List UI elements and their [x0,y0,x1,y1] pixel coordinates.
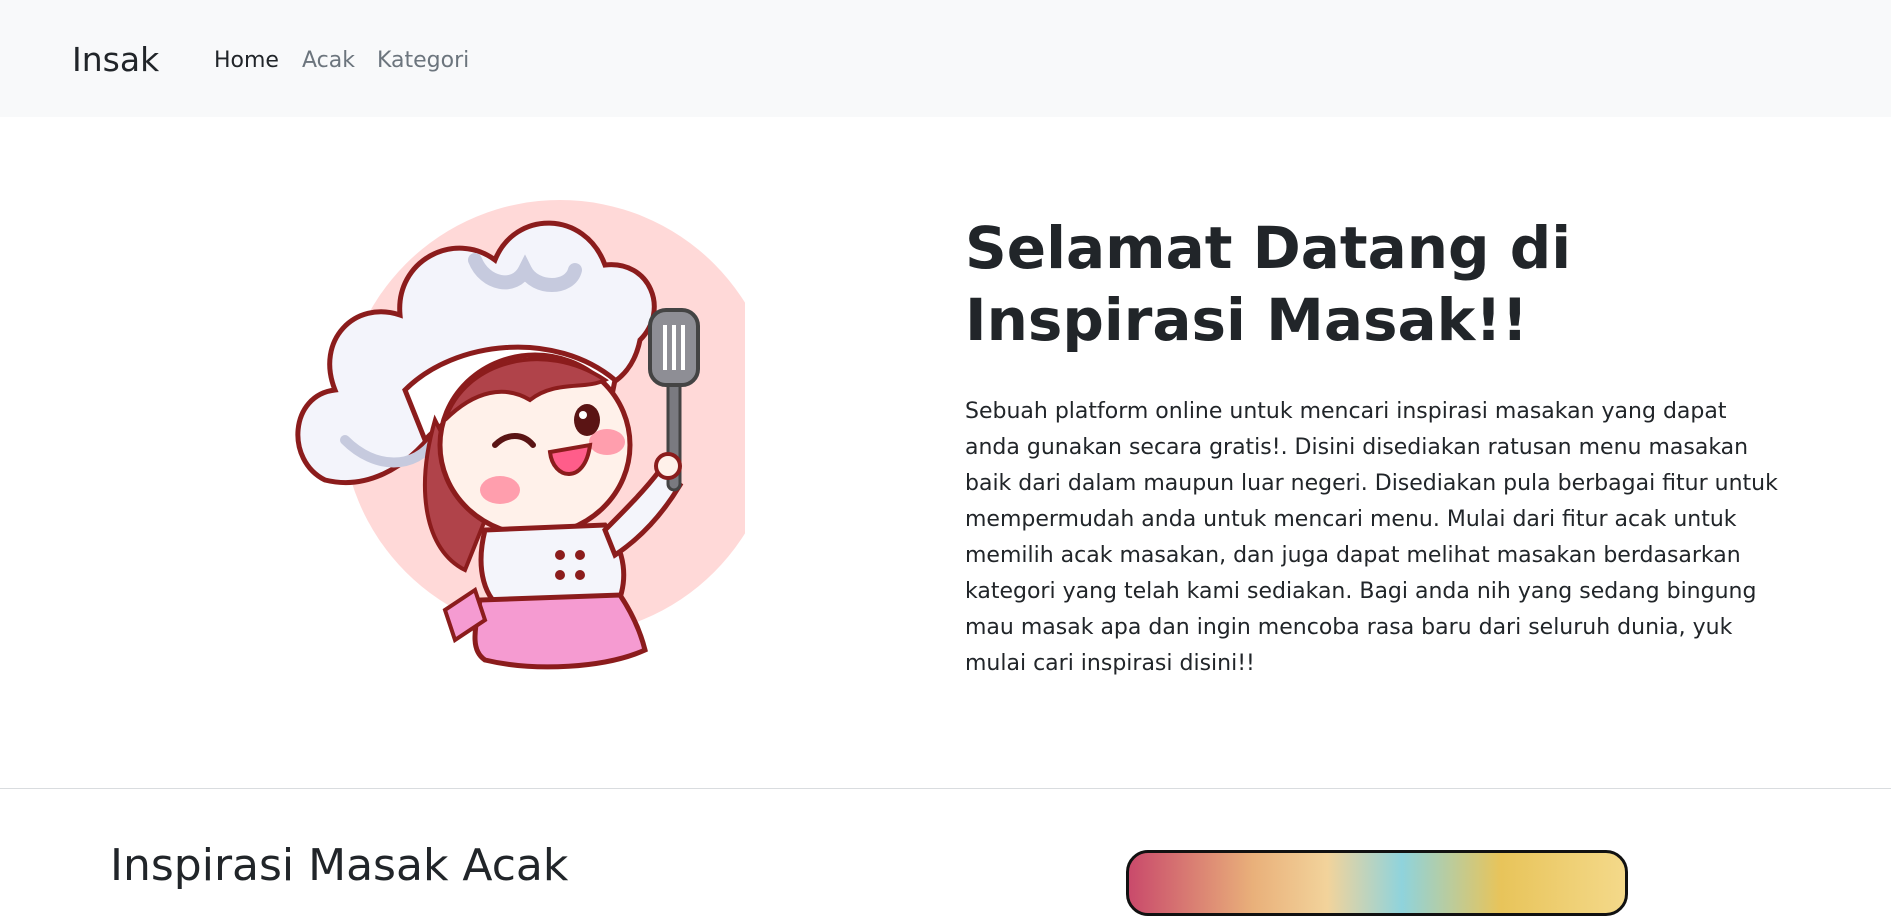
navbar: Insak Home Acak Kategori [0,0,1891,117]
random-section-title: Inspirasi Masak Acak [110,840,569,891]
nav-link-acak[interactable]: Acak [302,46,355,76]
nav-link-home[interactable]: Home [214,46,279,76]
nav-link-kategori[interactable]: Kategori [377,46,469,76]
random-food-image[interactable] [1126,850,1628,916]
section-divider [0,788,1891,789]
chef-illustration [285,190,778,670]
hero-description: Sebuah platform online untuk mencari ins… [965,399,1778,676]
hero-title: Selamat Datang di Inspirasi Masak!! [965,214,1572,354]
chef-girl-illustration [295,200,778,670]
brand-logo[interactable]: Insak [72,38,159,82]
